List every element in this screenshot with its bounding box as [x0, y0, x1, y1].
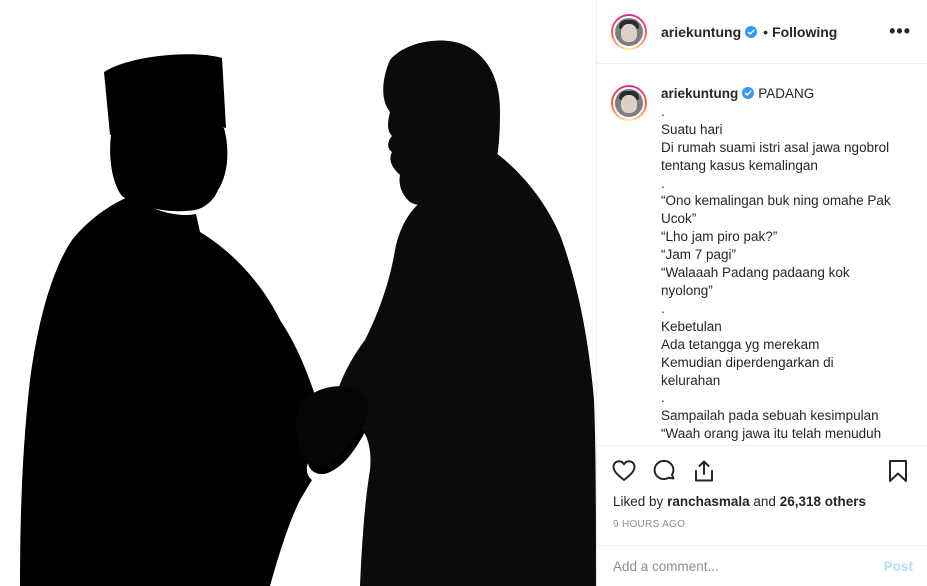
likes-user-link[interactable]: ranchasmala: [667, 494, 750, 509]
comment-icon[interactable]: [651, 458, 677, 484]
caption-line: Kebetulan: [661, 318, 722, 334]
likes-others-link[interactable]: 26,318 others: [780, 494, 866, 509]
post-image[interactable]: [0, 0, 596, 586]
post-side-panel: ariekuntung • Following ••• ariekuntung P…: [596, 0, 927, 586]
separator-dot: •: [763, 23, 769, 40]
likes-summary: Liked by ranchasmala and 26,318 others: [613, 494, 911, 509]
caption-line: “Walaaah Padang padaang kok: [661, 265, 850, 281]
instagram-post: ariekuntung • Following ••• ariekuntung P…: [0, 0, 927, 586]
comment-input[interactable]: [613, 558, 884, 574]
caption-location: PADANG: [758, 86, 815, 101]
caption-line: Kemudian diperdengarkan di: [661, 354, 834, 370]
post-comment-button[interactable]: Post: [884, 559, 913, 574]
caption-text: ariekuntung PADANG . Suatu hari Di rumah su…: [661, 85, 906, 445]
caption-line: Ada tetangga yg merekam: [661, 336, 820, 352]
caption-line: .: [661, 300, 665, 316]
caption-line: tentang kasus kemalingan: [661, 157, 818, 173]
caption-avatar[interactable]: [611, 85, 647, 121]
comment-box: Post: [597, 545, 927, 586]
post-actions: Liked by ranchasmala and 26,318 others 9…: [597, 445, 927, 530]
caption-line: Suatu hari: [661, 121, 723, 137]
bookmark-icon[interactable]: [885, 458, 911, 484]
following-button[interactable]: Following: [772, 24, 837, 40]
likes-prefix: Liked by: [613, 494, 664, 509]
verified-badge-icon: [745, 25, 758, 38]
caption-username[interactable]: ariekuntung: [661, 86, 738, 101]
caption-line: “Lho jam piro pak?”: [661, 229, 778, 245]
caption-body: . Suatu hari Di rumah suami istri asal jaw…: [661, 103, 906, 443]
caption-line: kelurahan: [661, 372, 721, 388]
heart-icon[interactable]: [611, 458, 637, 484]
action-icons: [611, 446, 911, 496]
avatar-face: [621, 23, 637, 42]
caption-line: .: [661, 390, 665, 406]
share-icon[interactable]: [691, 458, 717, 484]
caption-container: ariekuntung PADANG . Suatu hari Di rumah su…: [597, 65, 927, 445]
caption-line: “Ono kemalingan buk ning omahe Pak: [661, 193, 891, 209]
post-timestamp[interactable]: 9 HOURS AGO: [613, 519, 911, 530]
avatar-face: [621, 95, 637, 113]
author-avatar[interactable]: [611, 13, 647, 50]
avatar-image: [613, 87, 645, 119]
post-header: ariekuntung • Following •••: [597, 0, 927, 64]
more-options-icon[interactable]: •••: [889, 21, 911, 42]
caption-line: “Jam 7 pagi”: [661, 247, 737, 263]
caption-line: .: [661, 103, 665, 119]
caption-line: nyolong”: [661, 282, 713, 298]
likes-middle: and: [753, 494, 776, 509]
caption-line: Di rumah suami istri asal jawa ngobrol: [661, 139, 890, 155]
silhouette-handshake-image: [20, 40, 596, 586]
author-username[interactable]: ariekuntung: [661, 24, 741, 40]
caption-header: ariekuntung PADANG: [661, 85, 906, 103]
verified-badge-icon: [742, 87, 755, 99]
avatar-image: [613, 15, 645, 48]
caption-line: Ucok”: [661, 211, 697, 227]
caption-line: “Waah orang jawa itu telah menuduh: [661, 426, 882, 442]
caption-line: Sampailah pada sebuah kesimpulan: [661, 408, 879, 424]
caption-line: .: [661, 175, 665, 191]
